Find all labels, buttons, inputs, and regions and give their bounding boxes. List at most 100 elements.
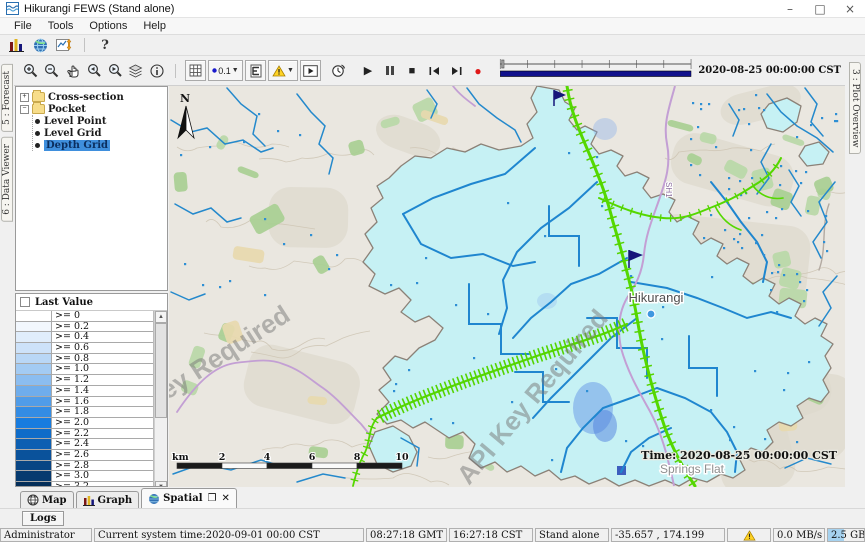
step-to-end-button[interactable] bbox=[445, 61, 467, 81]
legend-swatch bbox=[16, 418, 52, 428]
legend-swatch bbox=[16, 332, 52, 342]
pause-button[interactable] bbox=[379, 61, 401, 81]
legend-swatch bbox=[16, 343, 52, 353]
application-window: Hikurangi FEWS (Stand alone) – □ × File … bbox=[0, 0, 865, 542]
maximize-icon[interactable]: □ bbox=[805, 0, 835, 17]
layer-bullet-icon bbox=[35, 143, 40, 148]
play-button[interactable]: ▶ bbox=[357, 61, 379, 81]
minimize-icon[interactable]: – bbox=[775, 0, 805, 17]
last-value-checkbox[interactable] bbox=[20, 297, 30, 307]
sidebar: + Cross-section − Pocket Lev bbox=[14, 86, 169, 487]
status-memory: 2.5 GB bbox=[827, 528, 865, 542]
step-to-start-button[interactable] bbox=[423, 61, 445, 81]
timeline-ruler bbox=[499, 57, 692, 79]
timeseries-display-icon[interactable] bbox=[52, 36, 76, 55]
status-bar: Administrator Current system time:2020-0… bbox=[0, 528, 865, 542]
tree-label: Level Point bbox=[44, 116, 106, 127]
timeline-handle[interactable] bbox=[502, 60, 505, 68]
zoom-out-icon[interactable] bbox=[41, 60, 62, 81]
tab-spatial[interactable]: Spatial ❐ ✕ bbox=[141, 488, 237, 508]
tab-data-viewer[interactable]: 6 : Data Viewer bbox=[1, 137, 13, 222]
tab-forecast[interactable]: 5 : Forecast bbox=[1, 64, 13, 132]
chevron-down-icon: ▼ bbox=[287, 67, 294, 74]
tab-label: Graph bbox=[98, 495, 133, 506]
tab-map[interactable]: Map bbox=[20, 491, 74, 508]
logs-button[interactable]: Logs bbox=[22, 511, 64, 526]
map-time-label: Time: 2020-08-25 00:00:00 CST bbox=[641, 449, 838, 462]
animation-display-button[interactable] bbox=[300, 60, 321, 81]
expand-icon[interactable]: + bbox=[20, 93, 29, 102]
zoom-next-icon[interactable] bbox=[104, 60, 125, 81]
menu-tools[interactable]: Tools bbox=[40, 20, 82, 32]
status-warning-cell[interactable] bbox=[727, 528, 771, 542]
legend-panel: Last Value >= 0 >= 0.2 >= 0.4 >= 0.6 >= … bbox=[15, 293, 168, 487]
logs-row: Logs bbox=[0, 509, 865, 528]
stop-button[interactable]: ■ bbox=[401, 61, 423, 81]
folder-icon bbox=[32, 104, 45, 114]
status-mode: Stand alone bbox=[535, 528, 609, 542]
tree-node-depth-grid[interactable]: Depth Grid bbox=[33, 139, 165, 151]
zoom-previous-icon[interactable] bbox=[83, 60, 104, 81]
class-threshold-dropdown[interactable]: 0.1 ▼ bbox=[208, 60, 243, 81]
legend-swatch bbox=[16, 354, 52, 364]
scrollbar-track[interactable] bbox=[155, 323, 167, 481]
map-toolbar: 0.1 ▼ ▼ ▶ ■ bbox=[14, 56, 845, 86]
close-icon[interactable]: × bbox=[835, 0, 865, 17]
legend-swatch bbox=[16, 375, 52, 385]
tab-graph[interactable]: Graph bbox=[76, 491, 140, 508]
grid-display-button[interactable] bbox=[185, 60, 206, 81]
threshold-value: 0.1 bbox=[218, 66, 231, 76]
svg-text:8: 8 bbox=[354, 452, 361, 463]
tree-node-pocket[interactable]: − Pocket bbox=[18, 103, 165, 115]
pan-hand-icon[interactable] bbox=[62, 60, 83, 81]
label-road-sh1: SH1 bbox=[664, 182, 673, 198]
timeline-slider[interactable] bbox=[499, 57, 692, 84]
tree-label: Pocket bbox=[48, 104, 86, 115]
tree-label: Level Grid bbox=[44, 128, 101, 139]
menu-help[interactable]: Help bbox=[135, 20, 174, 32]
scrollbar-thumb[interactable] bbox=[155, 323, 167, 418]
record-button[interactable]: ● bbox=[467, 61, 489, 81]
chevron-down-icon: ▼ bbox=[232, 67, 239, 74]
menu-file[interactable]: File bbox=[6, 20, 40, 32]
status-system-time: Current system time:2020-09-01 00:00 CST bbox=[94, 528, 364, 542]
spatial-display-icon[interactable] bbox=[28, 36, 52, 55]
left-tab-strip: 5 : Forecast 6 : Data Viewer bbox=[0, 56, 14, 487]
title-bar: Hikurangi FEWS (Stand alone) – □ × bbox=[0, 0, 865, 18]
tree-node-level-grid[interactable]: Level Grid bbox=[33, 127, 165, 139]
menu-options[interactable]: Options bbox=[81, 20, 135, 32]
svg-text:2: 2 bbox=[219, 452, 226, 463]
legend-scrollbar[interactable]: ▲ ▼ bbox=[154, 311, 167, 487]
status-local-time: 16:27:18 CST bbox=[449, 528, 533, 542]
collapse-icon[interactable]: − bbox=[20, 105, 29, 114]
layer-bullet-icon bbox=[35, 131, 40, 136]
legend-swatch bbox=[16, 386, 52, 396]
tree-node-level-point[interactable]: Level Point bbox=[33, 115, 165, 127]
window-title: Hikurangi FEWS (Stand alone) bbox=[24, 3, 174, 15]
svg-text:4: 4 bbox=[264, 452, 271, 463]
status-gmt-time: 08:27:18 GMT bbox=[366, 528, 447, 542]
thresholds-warning-dropdown[interactable]: ▼ bbox=[268, 60, 298, 81]
float-panel-icon[interactable]: ❐ bbox=[208, 493, 217, 504]
label-hikurangi: Hikurangi bbox=[629, 290, 684, 305]
zoom-in-icon[interactable] bbox=[20, 60, 41, 81]
longitudinal-profile-button[interactable] bbox=[245, 60, 266, 81]
legend-swatch bbox=[16, 322, 52, 332]
pause-icon bbox=[386, 66, 394, 75]
scroll-up-icon[interactable]: ▲ bbox=[155, 311, 167, 323]
tree-label: Depth Grid bbox=[44, 140, 110, 151]
legend-swatch bbox=[16, 482, 52, 487]
tab-plot-overview[interactable]: 3 : Plot Overview bbox=[849, 62, 861, 154]
layers-icon[interactable] bbox=[125, 60, 146, 81]
info-icon[interactable] bbox=[146, 60, 167, 81]
database-viewer-icon[interactable] bbox=[4, 36, 28, 55]
legend-class-list: >= 0 >= 0.2 >= 0.4 >= 0.6 >= 0.8 >= 1.0 … bbox=[16, 311, 154, 487]
legend-swatch bbox=[16, 439, 52, 449]
layer-bullet-icon bbox=[35, 119, 40, 124]
time-settings-icon[interactable] bbox=[328, 60, 349, 81]
close-tab-icon[interactable]: ✕ bbox=[221, 493, 229, 504]
gauge-marker-icon[interactable] bbox=[647, 310, 655, 318]
map-canvas[interactable]: API Key Required API Key Required Hikura… bbox=[169, 86, 845, 487]
scroll-down-icon[interactable]: ▼ bbox=[155, 481, 167, 487]
help-button[interactable]: ? bbox=[93, 36, 117, 55]
